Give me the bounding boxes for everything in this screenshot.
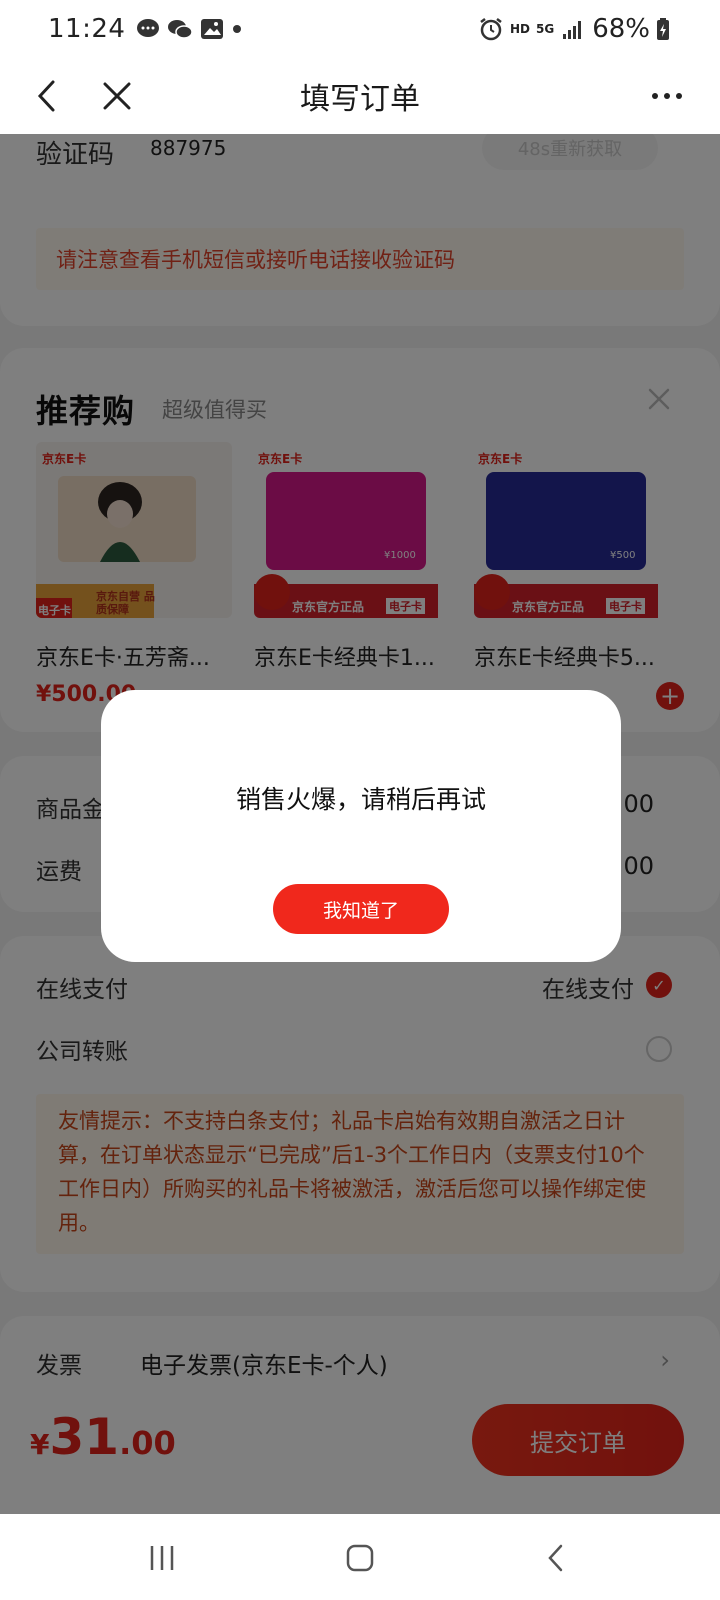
back-arrow-icon: [548, 1544, 563, 1572]
hd-indicator: HD: [509, 22, 530, 36]
more-button[interactable]: [642, 71, 692, 121]
status-bar: 11:24 HD 5G 68%: [0, 0, 720, 58]
signal-icon: [563, 21, 582, 39]
recents-icon: [150, 1546, 174, 1570]
page-title: 填写订单: [300, 82, 420, 117]
system-nav-bar: [0, 1514, 720, 1600]
wechat-icon: [168, 20, 194, 39]
home-button[interactable]: [338, 1536, 382, 1580]
recent-apps-button[interactable]: [140, 1536, 184, 1580]
battery-percent: 68%: [592, 14, 650, 44]
nav-bar: 填写订单: [0, 58, 720, 134]
status-time: 11:24: [48, 14, 126, 44]
gallery-icon: [201, 19, 224, 39]
alert-dialog: 销售火爆，请稍后再试 我知道了: [101, 690, 621, 962]
dot-icon: [233, 25, 242, 33]
network-type: 5G: [536, 22, 555, 36]
home-icon: [346, 1544, 374, 1572]
alert-message: 销售火爆，请稍后再试: [235, 785, 486, 814]
message-icon: [137, 19, 160, 37]
alarm-icon: [480, 18, 502, 41]
more-icon: [652, 93, 682, 99]
system-back-button[interactable]: [534, 1536, 578, 1580]
alert-confirm-button[interactable]: 我知道了: [273, 884, 449, 934]
battery-icon: [657, 18, 669, 40]
